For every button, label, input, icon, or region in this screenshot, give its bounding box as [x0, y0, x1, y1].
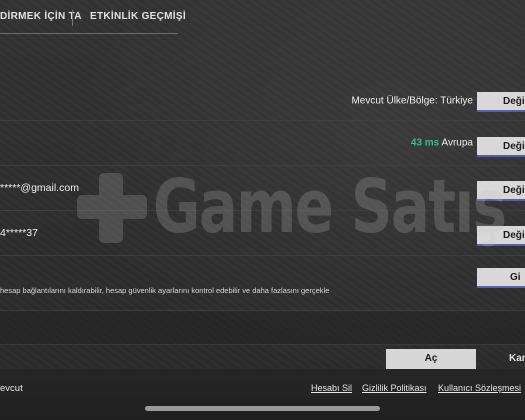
server-info: 43 ms Avrupa [411, 138, 473, 149]
footer-version-text: evcut [0, 383, 23, 394]
phone-value: 4*****37 [0, 227, 38, 239]
tab-divider [72, 10, 73, 26]
open-button[interactable]: Aç [386, 349, 476, 369]
change-region-button[interactable]: Deği [477, 92, 525, 112]
delete-account-link[interactable]: Hesabı Sil [311, 383, 352, 393]
region-row: Mevcut Ülke/Bölge: Türkiye [0, 57, 525, 121]
home-indicator[interactable] [145, 406, 380, 411]
security-description: hesap bağlantılarını kaldırabilir, hesap… [0, 286, 330, 295]
email-value: *****@gmail.com [0, 182, 79, 194]
phone-row: 4*****37 [0, 211, 525, 256]
empty-panel [0, 311, 525, 345]
server-region: Avrupa [441, 137, 473, 149]
tab-redeem[interactable]: DİRMEK İÇİN TA [0, 0, 82, 34]
tab-activity-history[interactable]: ETKİNLİK GEÇMİŞİ [90, 0, 186, 34]
privacy-policy-link[interactable]: Gizlilik Politikası [362, 383, 427, 393]
footer-bar [0, 369, 525, 420]
security-enter-button[interactable]: Gi [477, 268, 525, 288]
change-phone-button[interactable]: Deği [477, 226, 525, 246]
ping-value: 43 ms [410, 137, 440, 149]
user-agreement-link[interactable]: Kullanıcı Sözleşmesi [438, 383, 521, 393]
region-label: Mevcut Ülke/Bölge: Türkiye [351, 95, 473, 107]
tab-underline [0, 33, 178, 34]
change-email-button[interactable]: Deği [477, 181, 525, 201]
tab-bar: DİRMEK İÇİN TA ETKİNLİK GEÇMİŞİ [0, 0, 525, 34]
security-row: hesap bağlantılarını kaldırabilir, hesap… [0, 256, 525, 311]
change-server-button[interactable]: Deği [477, 137, 525, 157]
cancel-button[interactable]: Kan [509, 349, 525, 369]
email-row: *****@gmail.com [0, 166, 525, 211]
server-row: 43 ms Avrupa [0, 121, 525, 166]
